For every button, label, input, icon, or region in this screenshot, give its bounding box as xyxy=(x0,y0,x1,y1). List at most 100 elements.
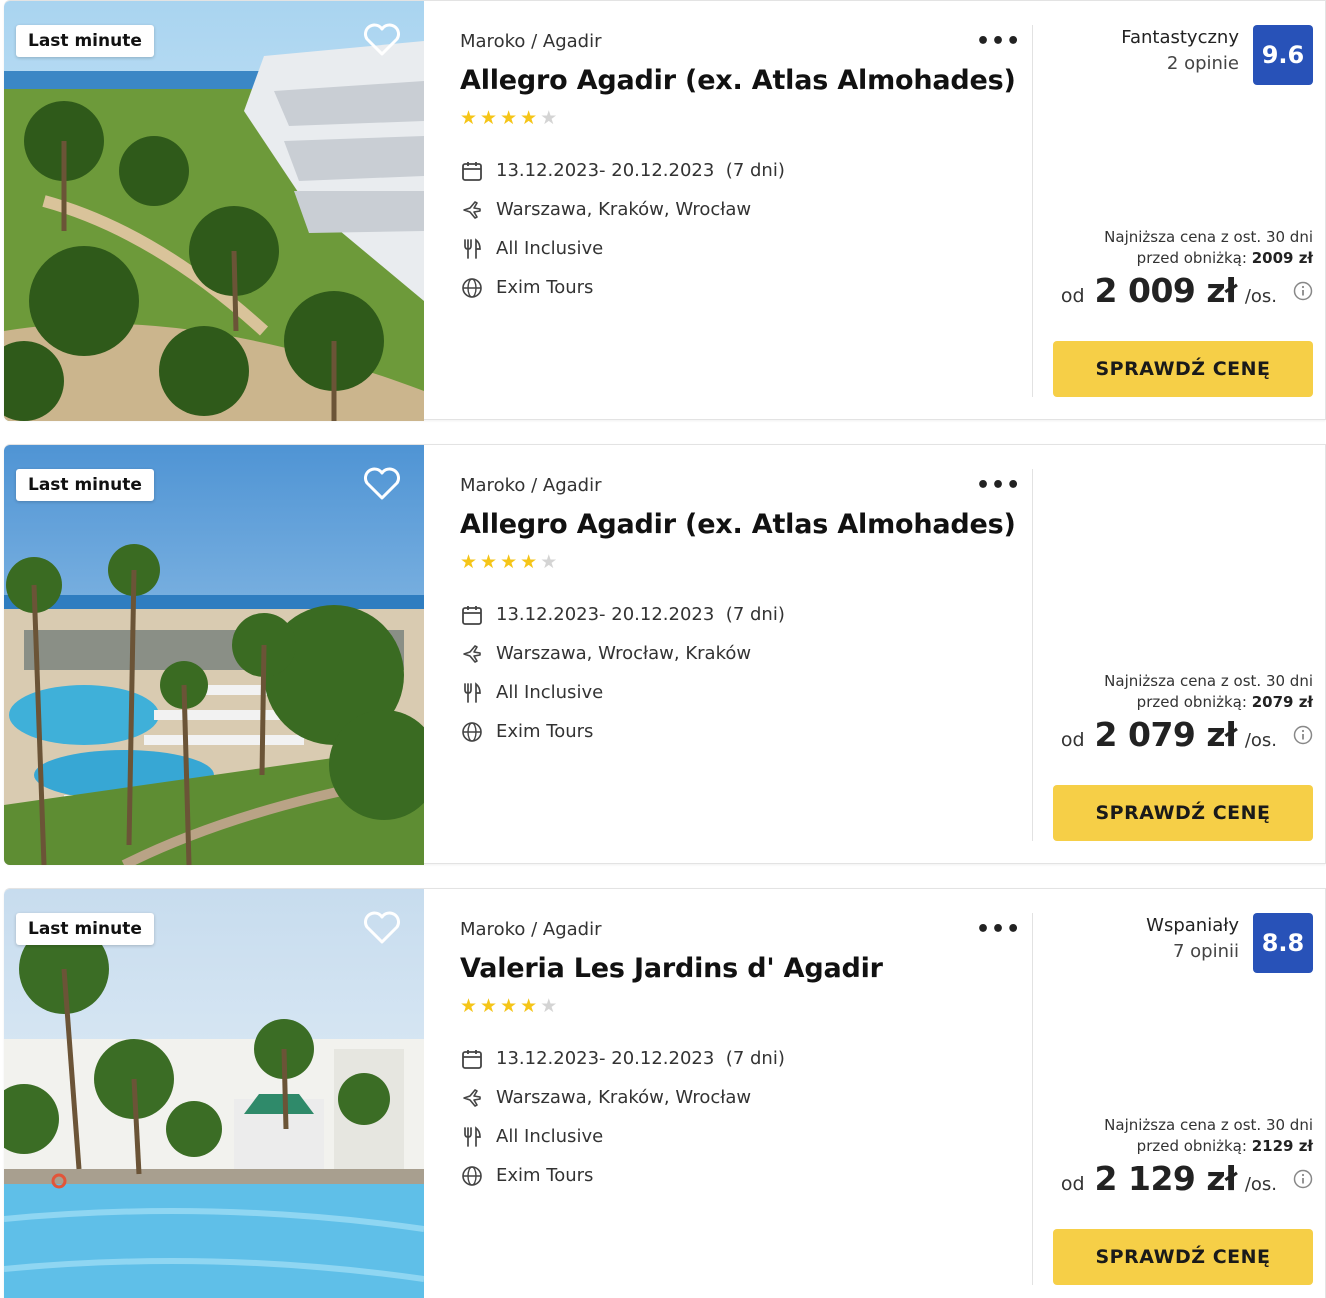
price-prefix: od xyxy=(1060,729,1085,751)
cutlery-icon xyxy=(460,237,484,261)
hotel-card[interactable]: Last minute Maroko / Agadir ••• Allegro … xyxy=(4,444,1326,865)
heart-outline-icon[interactable] xyxy=(362,465,402,501)
check-price-button[interactable]: SPRAWDŹ CENĘ xyxy=(1053,785,1313,841)
hotel-location[interactable]: Maroko / Agadir xyxy=(460,31,601,52)
cutlery-icon xyxy=(460,681,484,705)
info-icon[interactable] xyxy=(1293,281,1313,301)
cutlery-icon xyxy=(460,1125,484,1149)
trip-details: 13.12.2023- 20.12.2023 (7 dni) Warszawa,… xyxy=(460,151,785,307)
hotel-card[interactable]: Last minute Maroko / Agadir ••• Allegro … xyxy=(4,0,1326,421)
star-icon: ★ xyxy=(540,107,558,129)
operator-text: Exim Tours xyxy=(496,721,594,742)
hotel-name[interactable]: Allegro Agadir (ex. Atlas Almohades) xyxy=(460,65,1016,96)
hotel-card[interactable]: Last minute Maroko / Agadir ••• Valeria … xyxy=(4,888,1326,1298)
trip-board: All Inclusive xyxy=(460,1117,785,1156)
board-text: All Inclusive xyxy=(496,682,604,703)
departures-text: Warszawa, Kraków, Wrocław xyxy=(496,1087,752,1108)
trip-operator: Exim Tours xyxy=(460,1156,785,1195)
lowest-price-note: Najniższa cena z ost. 30 dni przed obniż… xyxy=(1104,1115,1313,1157)
review-rating[interactable]: Wspaniały 7 opinii 8.8 xyxy=(1146,913,1313,973)
divider xyxy=(1032,25,1033,397)
lowest-price-value: 2129 zł xyxy=(1251,1137,1313,1155)
board-text: All Inclusive xyxy=(496,238,604,259)
rating-count[interactable]: 7 opinii xyxy=(1146,939,1239,965)
star-icon: ★ xyxy=(480,107,498,129)
calendar-icon xyxy=(460,159,484,183)
hotel-info: Maroko / Agadir ••• Allegro Agadir (ex. … xyxy=(460,1,1020,421)
hotel-photo[interactable]: Last minute xyxy=(4,445,424,865)
price-prefix: od xyxy=(1060,285,1085,307)
info-icon[interactable] xyxy=(1293,1169,1313,1189)
price: od 2 009 zł /os. xyxy=(1061,271,1313,310)
star-icon: ★ xyxy=(500,107,518,129)
globe-icon xyxy=(460,720,484,744)
rating-label: Fantastyczny xyxy=(1121,27,1239,48)
lowest-price-line2: przed obniżką: xyxy=(1136,693,1247,711)
star-rating: ★ ★ ★ ★ ★ xyxy=(460,553,557,572)
lowest-price-value: 2009 zł xyxy=(1251,249,1313,267)
trip-departures: Warszawa, Wrocław, Kraków xyxy=(460,634,785,673)
star-icon: ★ xyxy=(480,995,498,1017)
departures-text: Warszawa, Kraków, Wrocław xyxy=(496,199,752,220)
hotel-name[interactable]: Allegro Agadir (ex. Atlas Almohades) xyxy=(460,509,1016,540)
star-icon: ★ xyxy=(540,995,558,1017)
price-suffix: /os. xyxy=(1244,730,1277,751)
calendar-icon xyxy=(460,1047,484,1071)
hotel-location[interactable]: Maroko / Agadir xyxy=(460,919,601,940)
info-icon[interactable] xyxy=(1293,725,1313,745)
heart-outline-icon[interactable] xyxy=(362,21,402,57)
lowest-price-note: Najniższa cena z ost. 30 dni przed obniż… xyxy=(1104,227,1313,269)
star-icon: ★ xyxy=(460,995,478,1017)
divider xyxy=(1032,913,1033,1285)
last-minute-badge: Last minute xyxy=(16,25,154,57)
trip-details: 13.12.2023- 20.12.2023 (7 dni) Warszawa,… xyxy=(460,595,785,751)
hotel-photo[interactable]: Last minute xyxy=(4,889,424,1298)
plane-icon xyxy=(460,1086,484,1110)
trip-dates: 13.12.2023- 20.12.2023 (7 dni) xyxy=(460,151,785,190)
trip-board: All Inclusive xyxy=(460,229,785,268)
hotel-info: Maroko / Agadir ••• Valeria Les Jardins … xyxy=(460,889,1020,1298)
trip-duration: (7 dni) xyxy=(725,1048,785,1069)
check-price-button[interactable]: SPRAWDŹ CENĘ xyxy=(1053,1229,1313,1285)
heart-outline-icon[interactable] xyxy=(362,909,402,945)
departures-text: Warszawa, Wrocław, Kraków xyxy=(496,643,752,664)
trip-operator: Exim Tours xyxy=(460,712,785,751)
operator-text: Exim Tours xyxy=(496,1165,594,1186)
star-icon: ★ xyxy=(520,107,538,129)
check-price-button[interactable]: SPRAWDŹ CENĘ xyxy=(1053,341,1313,397)
star-icon: ★ xyxy=(520,551,538,573)
trip-dates-text: 13.12.2023- 20.12.2023 xyxy=(496,1048,715,1069)
price: od 2 079 zł /os. xyxy=(1061,715,1313,754)
more-options-button[interactable]: ••• xyxy=(976,917,1021,942)
lowest-price-value: 2079 zł xyxy=(1251,693,1313,711)
price-amount: 2 009 zł xyxy=(1094,271,1238,310)
rating-count[interactable]: 2 opinie xyxy=(1121,51,1239,77)
lowest-price-line1: Najniższa cena z ost. 30 dni xyxy=(1104,672,1313,690)
lowest-price-line2: przed obniżką: xyxy=(1136,1137,1247,1155)
globe-icon xyxy=(460,276,484,300)
hotel-location[interactable]: Maroko / Agadir xyxy=(460,475,601,496)
star-rating: ★ ★ ★ ★ ★ xyxy=(460,109,557,128)
last-minute-badge: Last minute xyxy=(16,469,154,501)
trip-departures: Warszawa, Kraków, Wrocław xyxy=(460,1078,785,1117)
hotel-name[interactable]: Valeria Les Jardins d' Agadir xyxy=(460,953,883,984)
trip-departures: Warszawa, Kraków, Wrocław xyxy=(460,190,785,229)
plane-icon xyxy=(460,642,484,666)
trip-details: 13.12.2023- 20.12.2023 (7 dni) Warszawa,… xyxy=(460,1039,785,1195)
more-options-button[interactable]: ••• xyxy=(976,29,1021,54)
operator-text: Exim Tours xyxy=(496,277,594,298)
lowest-price-line2: przed obniżką: xyxy=(1136,249,1247,267)
price-suffix: /os. xyxy=(1244,286,1277,307)
trip-board: All Inclusive xyxy=(460,673,785,712)
star-icon: ★ xyxy=(480,551,498,573)
price-suffix: /os. xyxy=(1244,1174,1277,1195)
hotel-photo[interactable]: Last minute xyxy=(4,1,424,421)
star-icon: ★ xyxy=(500,995,518,1017)
lowest-price-note: Najniższa cena z ost. 30 dni przed obniż… xyxy=(1104,671,1313,713)
last-minute-badge: Last minute xyxy=(16,913,154,945)
rating-score-badge: 9.6 xyxy=(1253,25,1313,85)
price: od 2 129 zł /os. xyxy=(1061,1159,1313,1198)
price-amount: 2 129 zł xyxy=(1094,1159,1238,1198)
review-rating[interactable]: Fantastyczny 2 opinie 9.6 xyxy=(1121,25,1313,85)
more-options-button[interactable]: ••• xyxy=(976,473,1021,498)
